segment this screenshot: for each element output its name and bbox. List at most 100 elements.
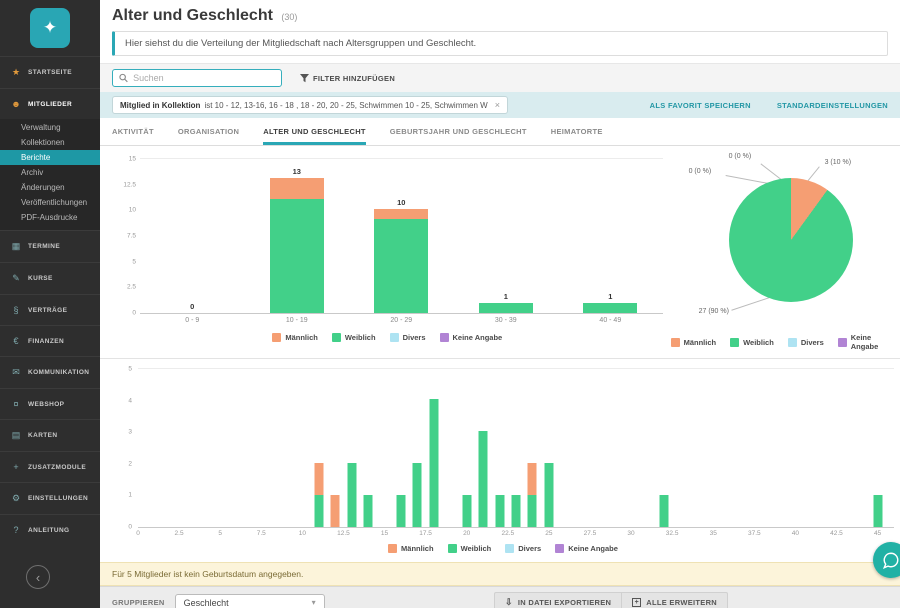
footer-toolbar: GRUPPIEREN Geschlecht ▾ ⇩ IN DATEI EXPOR… <box>100 586 900 608</box>
sidebar-subitem-kollektionen[interactable]: Kollektionen <box>0 135 100 150</box>
sidebar-item-webshop[interactable]: ¤ WEBSHOP <box>0 388 100 419</box>
legend-swatch <box>555 544 564 553</box>
sidebar-item-kommunikation[interactable]: ✉KOMMUNIKATION <box>0 356 100 388</box>
info-box: Hier siehst du die Verteilung der Mitgli… <box>112 31 888 56</box>
legend-item-keine-angabe: Keine Angabe <box>838 333 900 351</box>
tab-alter-und-geschlecht[interactable]: ALTER UND GESCHLECHT <box>263 118 366 145</box>
sidebar-item-label: VERTRÄGE <box>28 307 67 314</box>
legend-label: Weiblich <box>461 544 492 553</box>
group-by-label: GRUPPIEREN <box>112 598 165 607</box>
histogram-bar <box>314 463 323 527</box>
histogram-segment-female <box>659 495 668 527</box>
histogram-segment-female <box>544 463 553 527</box>
home-icon: ★ <box>10 67 22 78</box>
legend-label: Keine Angabe <box>453 333 503 342</box>
legend-swatch <box>448 544 457 553</box>
histogram-bar <box>479 431 488 527</box>
filter-chip[interactable]: Mitglied in Kollektion ist 10 - 12, 13-1… <box>112 96 508 114</box>
x-axis-tick: 0 <box>136 527 140 537</box>
legend-label: Weiblich <box>743 338 774 347</box>
webshop-icon: ¤ <box>10 399 22 409</box>
sidebar-item-label: STARTSEITE <box>28 69 72 76</box>
legend-label: Divers <box>801 338 824 347</box>
sidebar-item-zusatzmodule[interactable]: +ZUSATZMODULE <box>0 451 100 482</box>
bar-value-label: 10 <box>397 198 405 207</box>
x-axis-tick: 12.5 <box>337 527 350 537</box>
sidebar-item-verträge[interactable]: §VERTRÄGE <box>0 294 100 325</box>
y-axis-tick: 4 <box>112 397 132 404</box>
sidebar-item-karten[interactable]: ▤KARTEN <box>0 419 100 451</box>
tab-aktivität[interactable]: AKTIVITÄT <box>112 118 154 145</box>
group-by-select[interactable]: Geschlecht ▾ <box>175 594 325 608</box>
sidebar-item-einstellungen[interactable]: ⚙EINSTELLUNGEN <box>0 482 100 514</box>
bar-value-label: 1 <box>608 292 612 301</box>
tab-heimatorte[interactable]: HEIMATORTE <box>551 118 603 145</box>
tab-geburtsjahr-und-geschlecht[interactable]: GEBURTSJAHR UND GESCHLECHT <box>390 118 527 145</box>
histogram-segment-female <box>512 495 521 527</box>
bar-segment-männlich <box>374 209 428 219</box>
gender-pie-chart: 3 (10 %)27 (90 %)0 (0 %)0 (0 %) Männlich… <box>671 150 900 354</box>
histogram-segment-female <box>347 463 356 527</box>
sidebar-item-termine[interactable]: ▦TERMINE <box>0 230 100 262</box>
legend-swatch <box>671 338 680 347</box>
legend-item-männlich: Männlich <box>272 333 318 342</box>
sidebar-nav: ★ STARTSEITE ☻MITGLIEDERVerwaltungKollekti… <box>0 56 100 545</box>
communication-icon: ✉ <box>10 367 22 378</box>
sidebar-subitem-verwaltung[interactable]: Verwaltung <box>0 120 100 135</box>
sidebar-subitem-veröffentlichungen[interactable]: Veröffentlichungen <box>0 195 100 210</box>
sidebar-item-label: MITGLIEDER <box>28 101 72 108</box>
sidebar-item-label: FINANZEN <box>28 338 64 345</box>
sidebar-item-kurse[interactable]: ✎KURSE <box>0 262 100 294</box>
expand-all-button[interactable]: + ALLE ERWEITERN <box>621 593 727 608</box>
x-axis-tick: 42.5 <box>830 527 843 537</box>
tab-organisation[interactable]: ORGANISATION <box>178 118 239 145</box>
default-settings-link[interactable]: STANDARDEINSTELLUNGEN <box>777 101 888 110</box>
sidebar-item-finanzen[interactable]: €FINANZEN <box>0 325 100 356</box>
x-axis-tick: 15 <box>381 527 388 537</box>
export-label: IN DATEI EXPORTIEREN <box>518 598 611 607</box>
histogram-segment-female <box>528 495 537 527</box>
active-filter-bar: Mitglied in Kollektion ist 10 - 12, 13-1… <box>100 92 900 118</box>
group-by-value: Geschlecht <box>184 598 229 608</box>
bar-segment-weiblich <box>270 199 324 313</box>
search-input[interactable] <box>133 73 275 83</box>
pie-slice-label-divers: 0 (0 %) <box>729 153 752 160</box>
sidebar-item-label: WEBSHOP <box>28 401 64 408</box>
sidebar-item-label: KARTEN <box>28 432 57 439</box>
y-axis-tick: 5 <box>112 258 136 265</box>
sidebar: ✦ ★ STARTSEITE ☻MITGLIEDERVerwaltungKollek… <box>0 0 100 608</box>
sidebar-item-label: ANLEITUNG <box>28 527 70 534</box>
sidebar-item-anleitung[interactable]: ?ANLEITUNG <box>0 514 100 545</box>
sidebar-subitem-pdf-ausdrucke[interactable]: PDF-Ausdrucke <box>0 210 100 225</box>
sidebar-item-startseite[interactable]: ★ STARTSEITE <box>0 56 100 88</box>
search-icon <box>119 73 128 83</box>
y-axis-tick: 5 <box>112 366 132 373</box>
legend-swatch <box>388 544 397 553</box>
histogram-bar <box>512 495 521 527</box>
histogram-bar <box>528 463 537 527</box>
app-logo[interactable]: ✦ <box>30 8 70 48</box>
x-axis-label: 20 - 29 <box>349 314 454 324</box>
save-favorite-link[interactable]: ALS FAVORIT SPEICHERN <box>650 101 751 110</box>
sidebar-subitem-archiv[interactable]: Archiv <box>0 165 100 180</box>
legend-item-divers: Divers <box>390 333 426 342</box>
sidebar-item-mitglieder[interactable]: ☻MITGLIEDER <box>0 88 100 119</box>
bar-segment-weiblich <box>374 219 428 313</box>
x-axis-label: 0 - 9 <box>140 314 245 324</box>
legend-label: Männlich <box>401 544 434 553</box>
sidebar-subitem-änderungen[interactable]: Änderungen <box>0 180 100 195</box>
export-button[interactable]: ⇩ IN DATEI EXPORTIEREN <box>495 593 621 608</box>
age-group-xlabels: 0 - 910 - 1920 - 2930 - 3940 - 49 <box>140 314 663 324</box>
add-filter-button[interactable]: FILTER HINZUFÜGEN <box>300 74 395 83</box>
bar-stack <box>583 303 637 313</box>
y-axis-tick: 0 <box>112 310 136 317</box>
sidebar-collapse-button[interactable]: ‹ <box>26 565 50 589</box>
sidebar-subitem-berichte[interactable]: Berichte <box>0 150 100 165</box>
search-box <box>112 69 282 87</box>
main-content: Alter und Geschlecht (30) Hier siehst du… <box>100 0 900 608</box>
filter-chip-close-icon[interactable]: × <box>495 100 500 110</box>
search-bar: FILTER HINZUFÜGEN <box>100 63 900 92</box>
legend-label: Divers <box>518 544 541 553</box>
age-histogram-chart: 01234502.557.51012.51517.52022.52527.530… <box>100 364 900 556</box>
bar-value-label: 1 <box>504 292 508 301</box>
